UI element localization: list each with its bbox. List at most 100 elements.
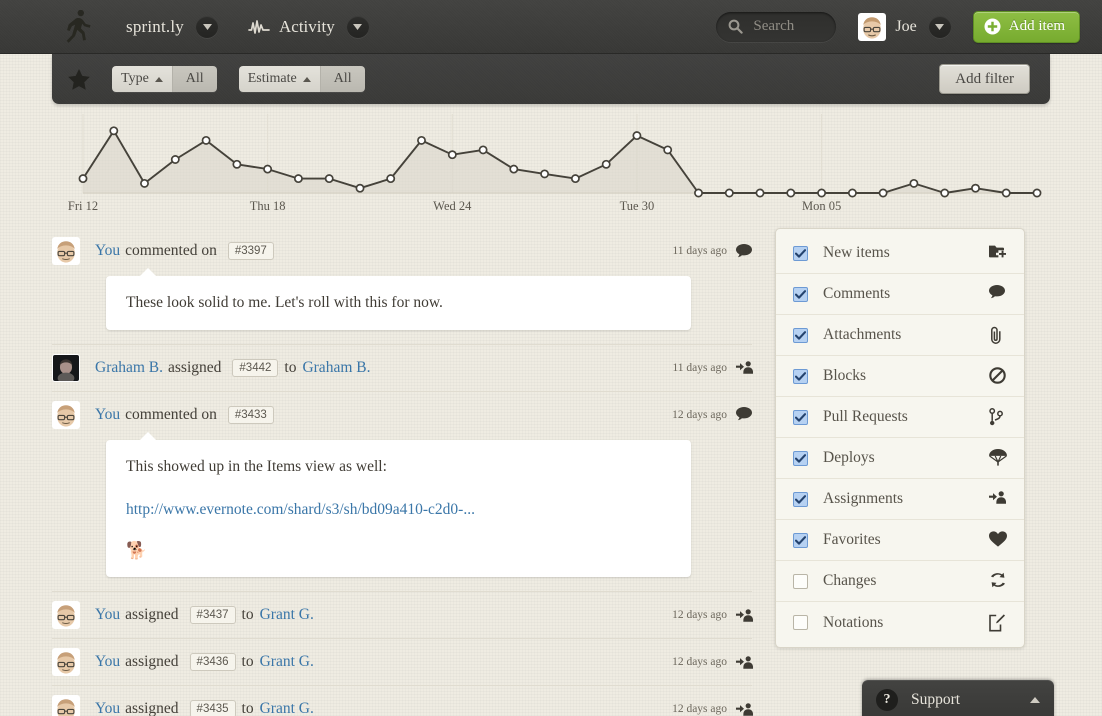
add-item-button[interactable]: Add item bbox=[972, 10, 1080, 43]
filter-label: Blocks bbox=[823, 367, 867, 384]
chart-point[interactable] bbox=[817, 188, 827, 198]
filter-pill-estimate[interactable]: Estimate All bbox=[238, 66, 365, 92]
checkmark-icon bbox=[795, 494, 806, 504]
caret-up-icon[interactable] bbox=[1030, 697, 1040, 703]
chart-point[interactable] bbox=[786, 188, 796, 198]
chart-point[interactable] bbox=[909, 178, 919, 188]
avatar[interactable] bbox=[52, 400, 80, 429]
filter-row-favorites[interactable]: Favorites bbox=[776, 520, 1024, 561]
filter-row-changes[interactable]: Changes bbox=[776, 561, 1024, 602]
chart-point[interactable] bbox=[293, 174, 303, 184]
ticket-chip[interactable]: #3435 bbox=[189, 700, 236, 716]
chart-point[interactable] bbox=[847, 188, 857, 198]
sync-icon bbox=[989, 572, 1007, 590]
chart-point[interactable] bbox=[232, 159, 242, 169]
chart-point[interactable] bbox=[1001, 188, 1011, 198]
chart-point[interactable] bbox=[1032, 188, 1042, 198]
assign-person-icon bbox=[989, 490, 1007, 508]
feed-target-link[interactable]: Graham B. bbox=[302, 359, 370, 377]
chart-point[interactable] bbox=[417, 135, 426, 145]
checkbox[interactable] bbox=[793, 368, 808, 384]
avatar[interactable] bbox=[52, 237, 80, 265]
chart-point[interactable] bbox=[632, 131, 642, 141]
add-filter-button[interactable]: Add filter bbox=[939, 64, 1030, 94]
chart-point[interactable] bbox=[78, 174, 88, 184]
chart-point[interactable] bbox=[170, 155, 180, 164]
chart-point[interactable] bbox=[478, 145, 488, 155]
filter-estimate-name[interactable]: Estimate bbox=[238, 66, 321, 92]
ticket-chip[interactable]: #3442 bbox=[232, 358, 279, 377]
filter-row-new-items[interactable]: New items bbox=[776, 233, 1024, 274]
filter-row-notations[interactable]: Notations bbox=[776, 602, 1024, 643]
chart-point[interactable] bbox=[540, 169, 550, 179]
filter-row-comments[interactable]: Comments bbox=[776, 274, 1024, 315]
checkbox[interactable] bbox=[793, 491, 808, 507]
chart-point[interactable] bbox=[263, 164, 273, 174]
feed-actor-link[interactable]: Graham B. bbox=[95, 359, 163, 377]
activity-dropdown-button[interactable] bbox=[346, 15, 369, 38]
filter-pill-type[interactable]: Type All bbox=[112, 66, 217, 92]
chart-point[interactable] bbox=[971, 183, 980, 193]
brand-dropdown-button[interactable] bbox=[196, 15, 218, 38]
checkbox[interactable] bbox=[793, 615, 808, 630]
checkbox[interactable] bbox=[793, 245, 808, 261]
filter-row-attachments[interactable]: Attachments bbox=[776, 315, 1024, 356]
filter-type-value[interactable]: All bbox=[172, 66, 217, 92]
search-box[interactable] bbox=[716, 11, 837, 42]
feed-item-header: You commented on #3397 11 days ago bbox=[52, 228, 752, 274]
chart-point[interactable] bbox=[140, 178, 149, 188]
avatar[interactable] bbox=[858, 12, 887, 41]
checkbox[interactable] bbox=[793, 327, 808, 343]
filter-row-blocks[interactable]: Blocks bbox=[776, 356, 1024, 397]
ticket-chip[interactable]: #3436 bbox=[189, 653, 236, 672]
filter-estimate-value[interactable]: All bbox=[320, 66, 365, 92]
ticket-chip[interactable]: #3437 bbox=[189, 606, 236, 625]
filter-row-assignments[interactable]: Assignments bbox=[776, 479, 1024, 520]
checkbox[interactable] bbox=[793, 573, 808, 589]
checkbox[interactable] bbox=[793, 532, 808, 548]
feed-actor-link[interactable]: You bbox=[95, 700, 120, 716]
avatar[interactable] bbox=[52, 648, 80, 677]
nav-activity[interactable]: Activity bbox=[248, 17, 335, 37]
chart-point[interactable] bbox=[355, 183, 365, 193]
chart-point[interactable] bbox=[878, 188, 888, 198]
avatar[interactable] bbox=[52, 601, 80, 630]
comment-icon bbox=[736, 243, 752, 259]
checkbox[interactable] bbox=[793, 286, 808, 302]
search-input[interactable] bbox=[751, 17, 828, 36]
checkbox[interactable] bbox=[793, 450, 808, 466]
chart-point[interactable] bbox=[109, 126, 119, 136]
checkbox[interactable] bbox=[793, 409, 808, 425]
ticket-chip[interactable]: #3433 bbox=[227, 405, 274, 424]
feed-actor-link[interactable]: You bbox=[95, 653, 120, 671]
avatar[interactable] bbox=[52, 695, 80, 716]
feed-target-link[interactable]: Grant G. bbox=[260, 700, 314, 716]
chart-point[interactable] bbox=[601, 159, 611, 169]
chart-point[interactable] bbox=[447, 150, 457, 160]
comment-link[interactable]: http://www.evernote.com/shard/s3/sh/bd09… bbox=[126, 501, 671, 519]
chart-point[interactable] bbox=[755, 188, 765, 198]
filter-toolbar: Type All Estimate All Add filter bbox=[52, 54, 1050, 104]
filter-row-pull-requests[interactable]: Pull Requests bbox=[776, 397, 1024, 438]
chart-point[interactable] bbox=[201, 135, 211, 145]
chart-point[interactable] bbox=[324, 174, 334, 184]
chart-point[interactable] bbox=[663, 145, 673, 155]
filter-row-deploys[interactable]: Deploys bbox=[776, 438, 1024, 479]
chart-point[interactable] bbox=[386, 174, 396, 184]
user-dropdown-button[interactable] bbox=[928, 15, 951, 38]
feed-actor-link[interactable]: You bbox=[95, 242, 120, 260]
avatar[interactable] bbox=[52, 353, 80, 382]
support-bar[interactable]: ? Support bbox=[862, 680, 1054, 716]
chart-point[interactable] bbox=[509, 164, 519, 174]
feed-actor-link[interactable]: You bbox=[95, 406, 120, 424]
filter-type-name[interactable]: Type bbox=[112, 66, 173, 92]
chart-point[interactable] bbox=[694, 188, 703, 198]
feed-target-link[interactable]: Grant G. bbox=[260, 606, 314, 624]
feed-target-link[interactable]: Grant G. bbox=[260, 653, 314, 671]
star-icon[interactable] bbox=[68, 68, 90, 90]
chart-point[interactable] bbox=[570, 174, 580, 184]
feed-actor-link[interactable]: You bbox=[95, 606, 120, 624]
chart-point[interactable] bbox=[940, 188, 950, 198]
ticket-chip[interactable]: #3397 bbox=[227, 242, 274, 260]
chart-point[interactable] bbox=[724, 188, 734, 198]
